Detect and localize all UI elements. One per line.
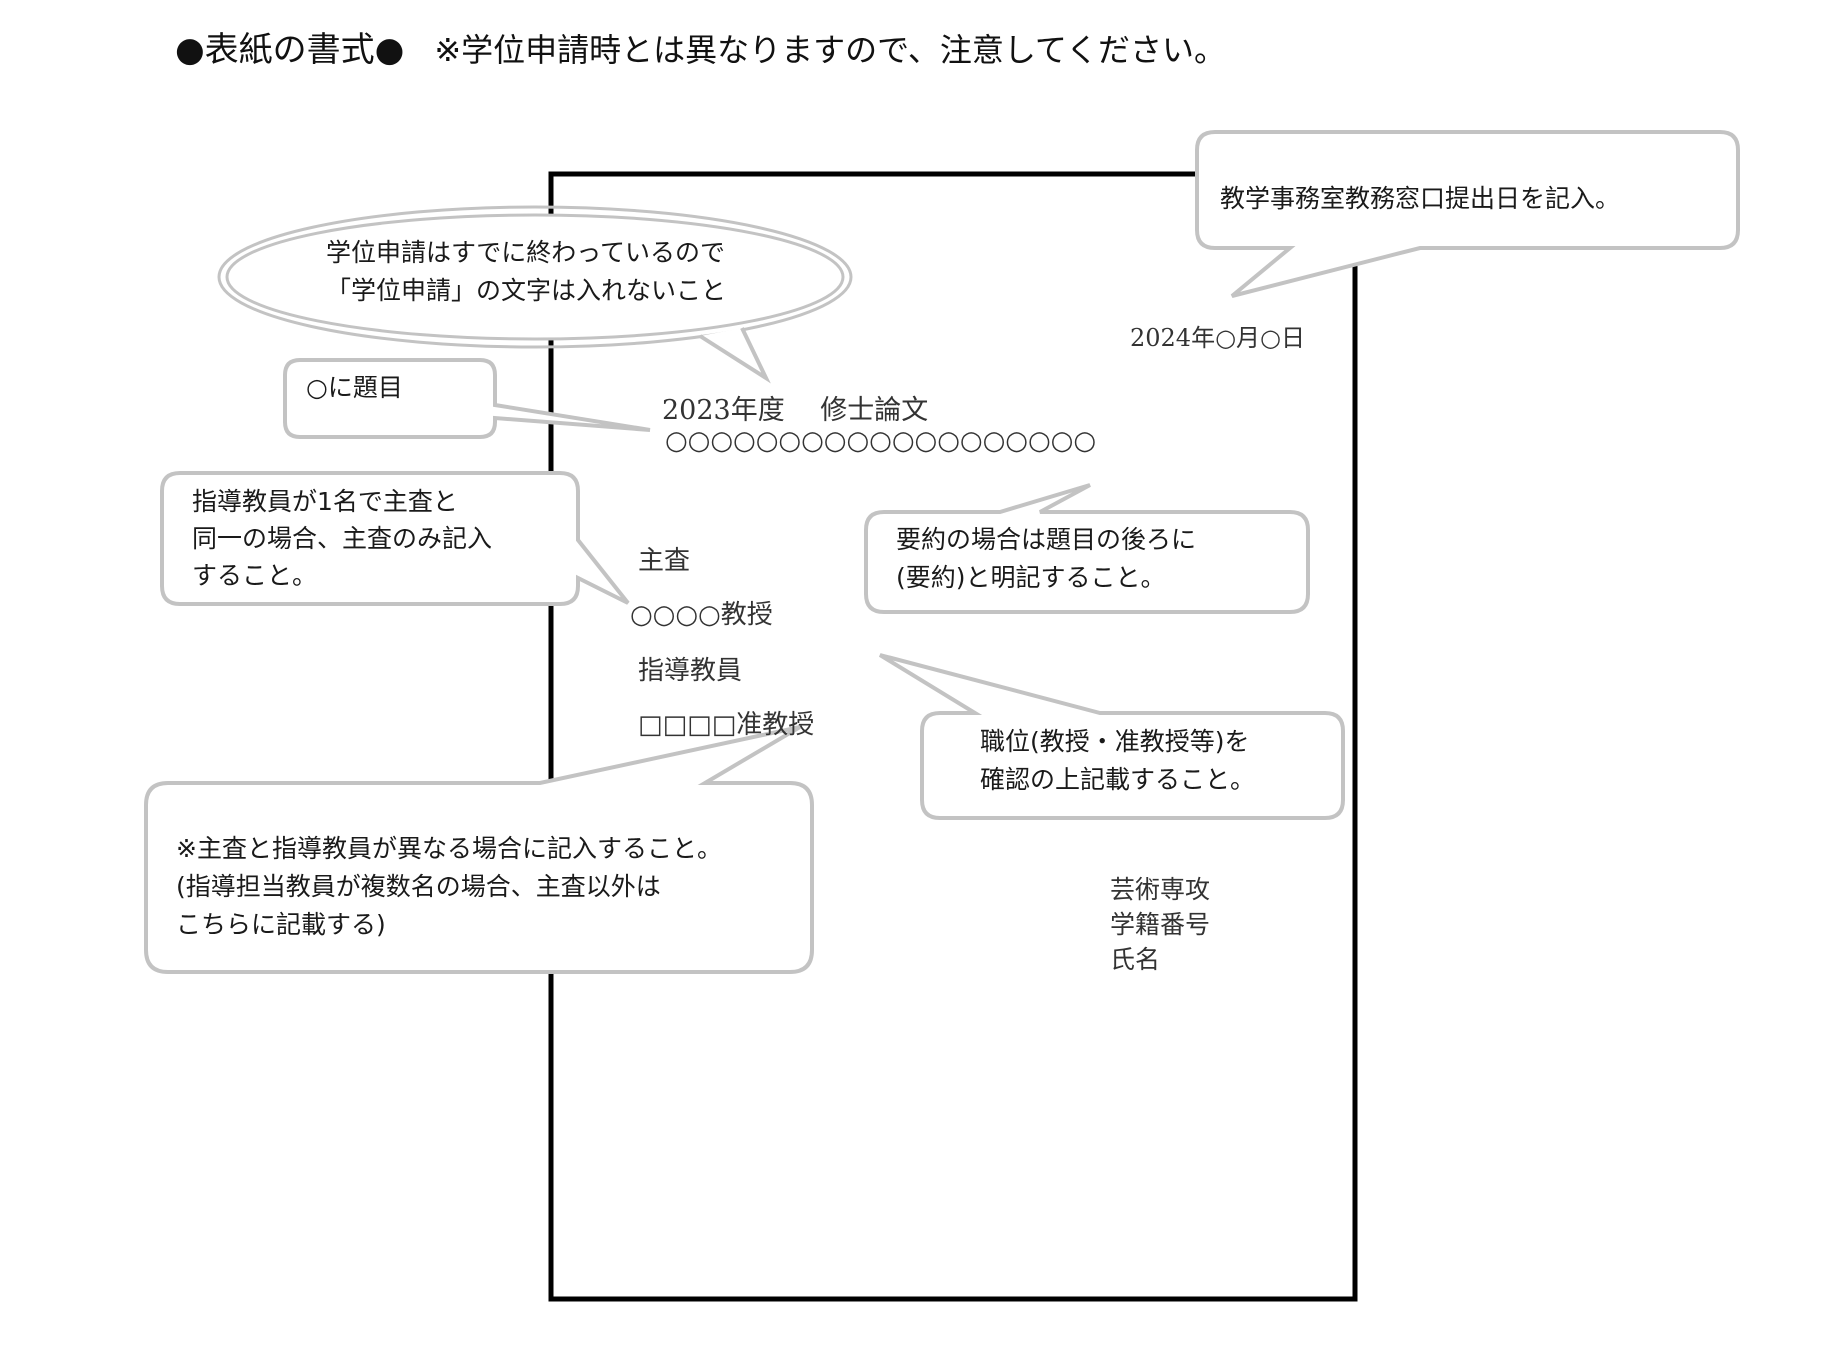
callout-single-advisor-text: 指導教員が1名で主査と 同一の場合、主査のみ記入 すること。: [192, 487, 493, 590]
callout-summary-text: 要約の場合は題目の後ろに (要約)と明記すること。: [896, 525, 1197, 592]
cover-major: 芸術専攻: [1110, 875, 1211, 904]
cover-chief-name: ○○○○教授: [630, 600, 773, 630]
cover-advisor-label: 指導教員: [638, 656, 743, 686]
callout-position-text: 職位(教授・准教授等)を 確認の上記載すること。: [980, 727, 1256, 794]
cover-student-name: 氏名: [1110, 945, 1161, 974]
callout-submission-date-text: 教学事務室教務窓口提出日を記入。: [1220, 184, 1621, 213]
callout-title-hint-text: ○に題目: [306, 373, 403, 402]
callout-no-degree-application-text: 学位申請はすでに終わっているので 「学位申請」の文字は入れないこと: [326, 238, 727, 305]
cover-year-thesis: 2023年度 修士論文: [662, 395, 929, 426]
callout-different-advisor-text: ※主査と指導教員が異なる場合に記入すること。 (指導担当教員が複数名の場合、主査…: [176, 834, 722, 939]
cover-date: 2024年○月○日: [1130, 324, 1305, 352]
cover-student-id: 学籍番号: [1110, 910, 1211, 939]
cover-title-placeholder: ○○○○○○○○○○○○○○○○○○○: [665, 426, 1097, 456]
cover-chief-label: 主査: [638, 546, 691, 576]
cover-advisor-name: □□□□准教授: [638, 710, 815, 740]
